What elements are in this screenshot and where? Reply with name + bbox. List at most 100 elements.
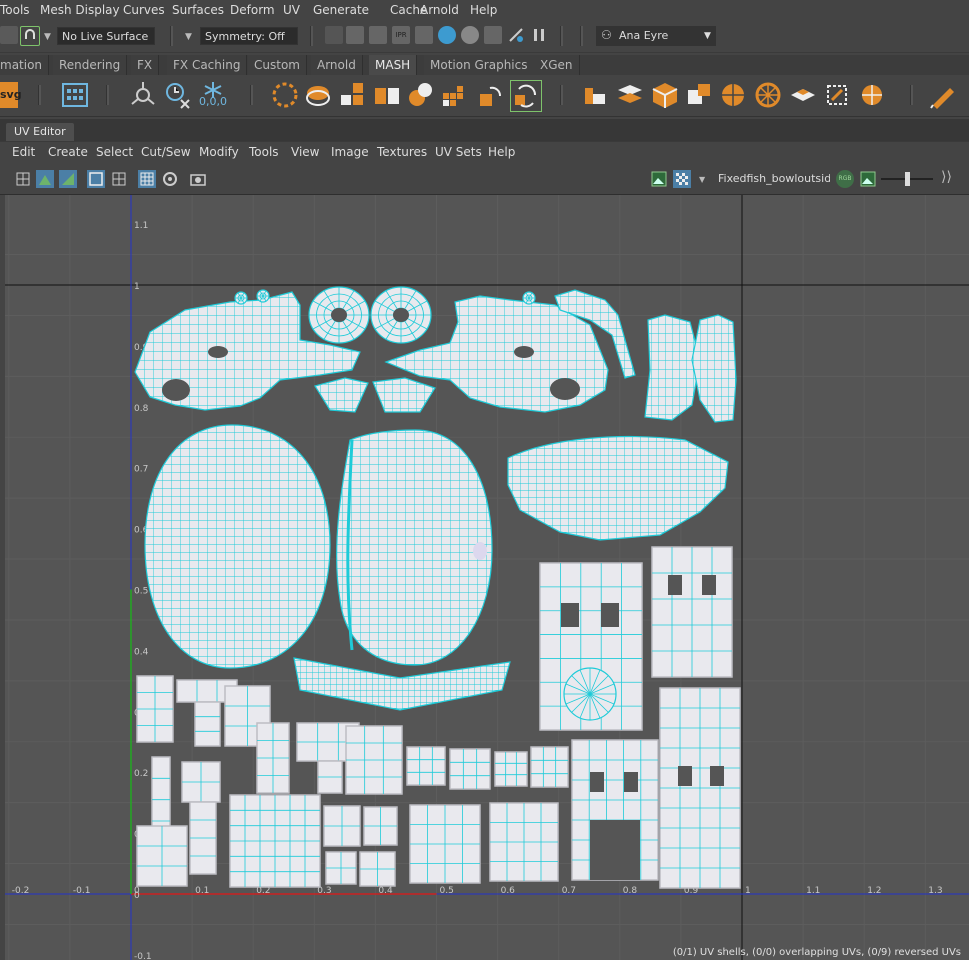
shelf-tab-custom[interactable]: Custom	[248, 55, 307, 75]
distortion-icon[interactable]	[87, 170, 105, 188]
pause-icon[interactable]	[530, 26, 548, 44]
svg-shelf-button[interactable]: svg	[0, 82, 22, 108]
toolbar-expand-icon[interactable]: ⟩⟩	[941, 169, 952, 185]
uv-shell	[189, 801, 217, 875]
render-sequence-icon[interactable]	[369, 26, 387, 44]
mash-pen-icon[interactable]	[928, 80, 958, 110]
uv-menu-view[interactable]: View	[291, 145, 319, 159]
main-menu-generate[interactable]: Generate	[313, 3, 369, 17]
uv-grid-icon[interactable]	[14, 170, 32, 188]
dropdown-arrow-icon[interactable]: ▼	[44, 32, 51, 42]
mash-scatter-icon[interactable]	[615, 80, 645, 110]
main-menu-surfaces[interactable]: Surfaces	[172, 3, 224, 17]
main-menu-mesh-display[interactable]: Mesh Display	[40, 3, 120, 17]
mash-stack-icon[interactable]	[580, 80, 610, 110]
mash-cluster-icon[interactable]	[406, 80, 436, 110]
checker-display-icon[interactable]	[673, 170, 691, 188]
main-menu-deform[interactable]: Deform	[230, 3, 275, 17]
uv-menu-cut-sew[interactable]: Cut/Sew	[141, 145, 191, 159]
mash-frame-icon[interactable]	[822, 80, 852, 110]
user-account-field[interactable]: Ana Eyre	[596, 26, 716, 46]
main-menu-arnold[interactable]: Arnold	[420, 3, 459, 17]
uv-canvas[interactable]: -0.2 -0.1 0 0.1 0.2 0.3 0.4 0.5 0.6 0.7 0.8 0.9 1 1.1…	[5, 195, 969, 960]
shelf-tab-arnold[interactable]: Arnold	[311, 55, 363, 75]
mash-globe-icon[interactable]	[857, 80, 887, 110]
mash-layers-icon[interactable]	[303, 80, 333, 110]
arnold-render-icon[interactable]	[507, 26, 525, 44]
calculator-icon[interactable]	[60, 80, 90, 110]
mash-wheel-icon[interactable]	[753, 80, 783, 110]
mash-plane-icon[interactable]	[788, 80, 818, 110]
mash-sphere-grid-icon[interactable]	[718, 80, 748, 110]
uv-menu-select[interactable]: Select	[96, 145, 133, 159]
main-menu-help[interactable]: Help	[470, 3, 497, 17]
brightness-slider-handle[interactable]	[905, 172, 910, 186]
snapshot-camera-icon[interactable]	[189, 170, 207, 188]
uv-menu-help[interactable]: Help	[488, 145, 515, 159]
mash-grid-icon[interactable]	[440, 80, 470, 110]
uv-shell	[256, 289, 270, 303]
render-frame-icon[interactable]	[346, 26, 364, 44]
user-dropdown-icon[interactable]: ▼	[704, 31, 711, 41]
v-tick-label: 0.4	[134, 647, 149, 657]
v-tick-label: -0.1	[134, 952, 152, 960]
main-menu-uv[interactable]: UV	[283, 3, 300, 17]
uv-shell	[345, 725, 403, 795]
live-dropdown-arrow-icon[interactable]: ▼	[185, 32, 192, 42]
mash-boxes-icon[interactable]	[372, 80, 402, 110]
uv-viewport[interactable]: -0.2 -0.1 0 0.1 0.2 0.3 0.4 0.5 0.6 0.7 0.8 0.9 1 1.1…	[5, 195, 969, 960]
main-menu-tools[interactable]: Tools	[0, 3, 30, 17]
mash-cube-icon[interactable]	[650, 80, 680, 110]
image-display-icon[interactable]	[859, 170, 877, 188]
time-clear-icon[interactable]	[163, 80, 193, 110]
shaded-uv-icon[interactable]	[36, 170, 54, 188]
shelf-tab-motion-graphics[interactable]: Motion Graphics	[424, 55, 535, 75]
uv-shell	[325, 851, 357, 885]
symmetry-field[interactable]: Symmetry: Off	[200, 27, 298, 45]
uv-shell-block	[659, 687, 741, 889]
shelf-tab-xgen[interactable]: XGen	[534, 55, 580, 75]
shelf: svg 0,0,0	[0, 75, 969, 117]
mash-distribute-icon[interactable]	[338, 80, 368, 110]
shelf-tab-rendering[interactable]: Rendering	[53, 55, 128, 75]
uv-shell	[293, 657, 511, 711]
render-settings-icon[interactable]	[415, 26, 433, 44]
shelf-tab-mash[interactable]: MASH	[369, 55, 418, 75]
display-image-icon[interactable]	[650, 170, 668, 188]
locator-icon[interactable]	[128, 80, 158, 110]
shelf-tab-fx[interactable]: FX	[131, 55, 160, 75]
shelf-tab-mation[interactable]: mation	[0, 55, 50, 75]
mash-rotate-icon[interactable]	[476, 80, 506, 110]
uv-menu-tools[interactable]: Tools	[249, 145, 279, 159]
u-tick-label: 0.7	[562, 886, 576, 896]
pixel-snap-icon[interactable]	[138, 170, 156, 188]
display-dropdown-icon[interactable]: ▼	[699, 175, 705, 184]
snap-icon[interactable]	[0, 26, 18, 44]
magnet-icon[interactable]	[20, 26, 40, 46]
rgb-channels-icon[interactable]: RGB	[836, 170, 854, 188]
hypershade-icon[interactable]	[438, 26, 456, 44]
shelf-tab-fx-caching[interactable]: FX Caching	[167, 55, 248, 75]
uv-shell	[181, 761, 221, 803]
uv-menu-edit[interactable]: Edit	[12, 145, 35, 159]
uv-editor-tab[interactable]: UV Editor	[6, 123, 74, 141]
ipr-render-icon[interactable]: IPR	[392, 26, 410, 44]
uv-menu-image[interactable]: Image	[331, 145, 369, 159]
uv-menu-uv-sets[interactable]: UV Sets	[435, 145, 482, 159]
uv-menu-create[interactable]: Create	[48, 145, 88, 159]
texture-name-field[interactable]: Fixedfish_bowloutside	[718, 172, 830, 185]
main-menu-curves[interactable]: Curves	[123, 3, 165, 17]
mash-network-icon[interactable]	[270, 80, 300, 110]
texture-borders-icon[interactable]	[59, 170, 77, 188]
checker-grid-icon[interactable]	[110, 170, 128, 188]
mash-repeat-icon[interactable]	[510, 80, 542, 112]
render-region-icon[interactable]	[325, 26, 343, 44]
uv-menu-textures[interactable]: Textures	[377, 145, 427, 159]
live-surface-field[interactable]: No Live Surface	[57, 27, 155, 45]
isolate-select-icon[interactable]	[161, 170, 179, 188]
render-view-icon[interactable]	[461, 26, 479, 44]
uv-shells	[134, 286, 741, 889]
mash-pixel-icon[interactable]	[684, 80, 714, 110]
uv-menu-modify[interactable]: Modify	[199, 145, 239, 159]
snapshot-icon[interactable]	[484, 26, 502, 44]
